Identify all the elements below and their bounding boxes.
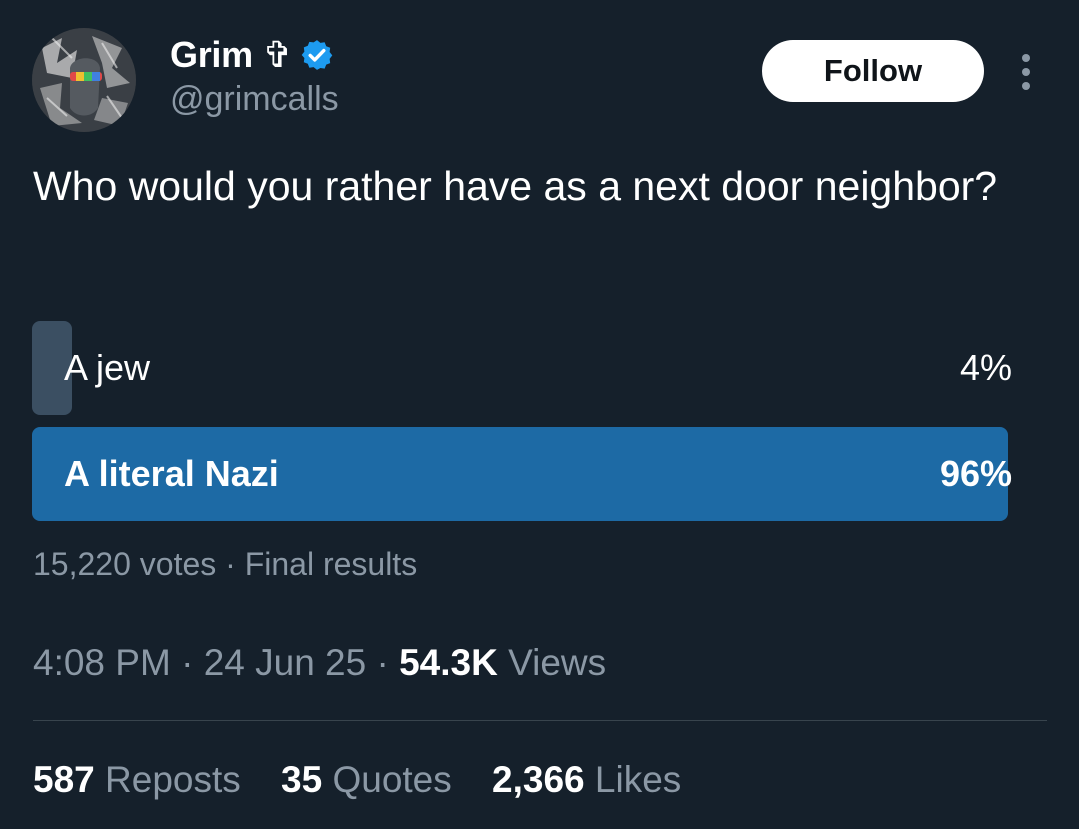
tweet-time[interactable]: 4:08 PM	[33, 642, 171, 683]
reposts-count: 587	[33, 759, 95, 800]
reposts-stat[interactable]: 587 Reposts	[33, 759, 241, 800]
tweet-text: Who would you rather have as a next door…	[33, 163, 998, 209]
separator: ·	[181, 642, 194, 683]
quotes-label: Quotes	[332, 759, 452, 800]
divider	[33, 720, 1047, 721]
poll-status: Final results	[244, 546, 418, 582]
tweet-metadata: 4:08 PM · 24 Jun 25 · 54.3K Views	[33, 642, 606, 684]
poll-option: A literal Nazi 96%	[32, 427, 1012, 521]
separator: ·	[376, 642, 389, 683]
engagement-stats: 587 Reposts 35 Quotes 2,366 Likes	[33, 759, 711, 801]
more-options-button[interactable]	[1008, 50, 1044, 94]
avatar-image	[32, 28, 136, 132]
user-handle[interactable]: @grimcalls	[170, 80, 339, 119]
verified-badge-icon	[301, 40, 333, 70]
views-label: Views	[508, 642, 607, 683]
poll-option-percent: 96%	[939, 453, 1012, 494]
more-vertical-icon	[1022, 54, 1030, 90]
separator: ·	[225, 546, 236, 582]
quotes-count: 35	[281, 759, 323, 800]
reposts-label: Reposts	[105, 759, 241, 800]
quotes-stat[interactable]: 35 Quotes	[281, 759, 452, 800]
likes-count: 2,366	[492, 759, 585, 800]
avatar[interactable]	[32, 28, 136, 132]
display-name[interactable]: Grim ✞	[170, 34, 293, 76]
views-count: 54.3K	[399, 642, 498, 683]
poll-option-label: A jew	[64, 347, 151, 388]
follow-button[interactable]: Follow	[762, 40, 984, 102]
poll-option-label: A literal Nazi	[64, 453, 279, 494]
likes-stat[interactable]: 2,366 Likes	[492, 759, 681, 800]
poll-vote-count: 15,220 votes	[33, 546, 217, 582]
likes-label: Likes	[594, 759, 682, 800]
poll-option-percent: 4%	[959, 347, 1012, 388]
tweet-date[interactable]: 24 Jun 25	[204, 642, 367, 683]
poll-summary: 15,220 votes · Final results	[33, 546, 417, 583]
poll-option: A jew 4%	[32, 321, 1012, 415]
